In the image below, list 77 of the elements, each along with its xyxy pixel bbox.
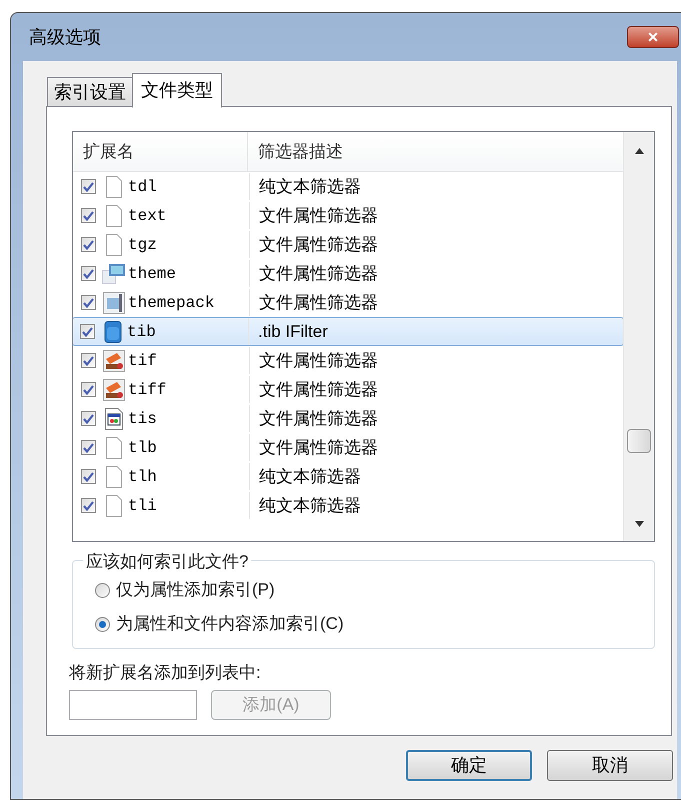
file-type-row[interactable]: tis 文件属性筛选器 bbox=[73, 404, 623, 433]
radio-option[interactable]: 仅为属性添加索引(P) bbox=[95, 577, 654, 603]
checkbox[interactable] bbox=[80, 324, 95, 339]
ok-button[interactable]: 确定 bbox=[406, 750, 532, 781]
file-type-row[interactable]: tif 文件属性筛选器 bbox=[73, 346, 623, 375]
blank-file-icon bbox=[106, 466, 122, 488]
application-window-icon bbox=[105, 408, 123, 430]
column-header[interactable]: 筛选器描述 bbox=[248, 132, 623, 171]
extension-text: tiff bbox=[128, 380, 166, 400]
scroll-up-icon[interactable] bbox=[635, 148, 644, 154]
filter-description: 文件属性筛选器 bbox=[259, 234, 378, 256]
extension-text: tgz bbox=[128, 234, 157, 256]
blank-file-icon bbox=[106, 204, 122, 226]
file-type-row[interactable]: tdl 纯文本筛选器 bbox=[73, 172, 623, 201]
blank-file-icon bbox=[106, 436, 122, 458]
blank-file-icon bbox=[106, 234, 122, 256]
checkbox[interactable] bbox=[81, 440, 96, 455]
scroll-down-icon[interactable] bbox=[635, 521, 644, 527]
radio-button[interactable] bbox=[95, 582, 110, 598]
tab[interactable]: 文件类型 bbox=[132, 73, 222, 108]
blank-file-icon bbox=[106, 494, 122, 516]
file-type-row[interactable]: themepack 文件属性筛选器 bbox=[73, 288, 623, 317]
checkbox[interactable] bbox=[81, 498, 96, 513]
package-icon bbox=[103, 292, 125, 314]
blank-file-icon bbox=[106, 176, 122, 198]
file-type-row[interactable]: tlb 文件属性筛选器 bbox=[73, 433, 623, 462]
extension-text: themepack bbox=[128, 292, 214, 314]
image-file-icon bbox=[103, 378, 125, 400]
filter-description: 文件属性筛选器 bbox=[259, 204, 378, 227]
extension-field[interactable] bbox=[69, 690, 197, 720]
checkbox[interactable] bbox=[81, 208, 96, 223]
checkbox[interactable] bbox=[81, 266, 96, 281]
checkbox[interactable] bbox=[81, 237, 96, 252]
filter-description: 文件属性筛选器 bbox=[259, 262, 378, 285]
checkbox[interactable] bbox=[81, 382, 96, 397]
checkbox[interactable] bbox=[81, 469, 96, 484]
filter-description: 纯文本筛选器 bbox=[259, 494, 361, 517]
filter-description: 纯文本筛选器 bbox=[259, 176, 361, 198]
filter-description: 文件属性筛选器 bbox=[259, 378, 378, 401]
extension-text: tis bbox=[128, 408, 157, 430]
filter-description: 文件属性筛选器 bbox=[259, 292, 378, 314]
checkbox[interactable] bbox=[81, 295, 96, 310]
file-type-row[interactable]: tli 纯文本筛选器 bbox=[73, 491, 623, 520]
checkbox[interactable] bbox=[81, 411, 96, 426]
window-title: 高级选项 bbox=[29, 26, 101, 48]
extension-text: tib bbox=[127, 322, 156, 342]
checkbox[interactable] bbox=[81, 353, 96, 368]
filter-description: 纯文本筛选器 bbox=[259, 466, 361, 488]
file-type-row[interactable]: tiff 文件属性筛选器 bbox=[73, 375, 623, 404]
filter-description: 文件属性筛选器 bbox=[259, 408, 378, 430]
extension-text: theme bbox=[128, 264, 176, 284]
file-type-row[interactable]: tib .tib IFilter bbox=[73, 317, 624, 346]
scroll-thumb[interactable] bbox=[627, 429, 651, 453]
radio-option[interactable]: 为属性和文件内容添加索引(C) bbox=[95, 611, 654, 637]
radio-button[interactable] bbox=[95, 616, 110, 632]
cancel-button[interactable]: 取消 bbox=[547, 750, 673, 781]
filter-description: .tib IFilter bbox=[258, 320, 328, 343]
vertical-scrollbar[interactable] bbox=[623, 132, 654, 541]
add-extension-label: 将新扩展名添加到列表中: bbox=[69, 662, 261, 684]
picture-window-icon bbox=[102, 262, 126, 284]
filter-description: 文件属性筛选器 bbox=[259, 436, 378, 459]
file-type-row[interactable]: theme 文件属性筛选器 bbox=[73, 259, 623, 288]
file-type-row[interactable]: tlh 纯文本筛选器 bbox=[73, 462, 623, 491]
image-file-icon bbox=[103, 350, 125, 372]
file-type-row[interactable]: text 文件属性筛选器 bbox=[73, 201, 623, 230]
extension-text: text bbox=[128, 206, 166, 226]
extension-text: tif bbox=[128, 350, 157, 372]
filter-description: 文件属性筛选器 bbox=[259, 350, 378, 372]
drive-icon bbox=[104, 320, 122, 342]
extension-text: tli bbox=[128, 496, 157, 516]
extension-text: tdl bbox=[128, 176, 157, 198]
extension-text: tlh bbox=[128, 466, 157, 488]
column-header[interactable]: 扩展名 bbox=[73, 132, 248, 171]
file-type-row[interactable]: tgz 文件属性筛选器 bbox=[73, 230, 623, 259]
checkbox[interactable] bbox=[81, 179, 96, 194]
extension-text: tlb bbox=[128, 438, 157, 458]
tab[interactable]: 索引设置 bbox=[47, 77, 133, 107]
